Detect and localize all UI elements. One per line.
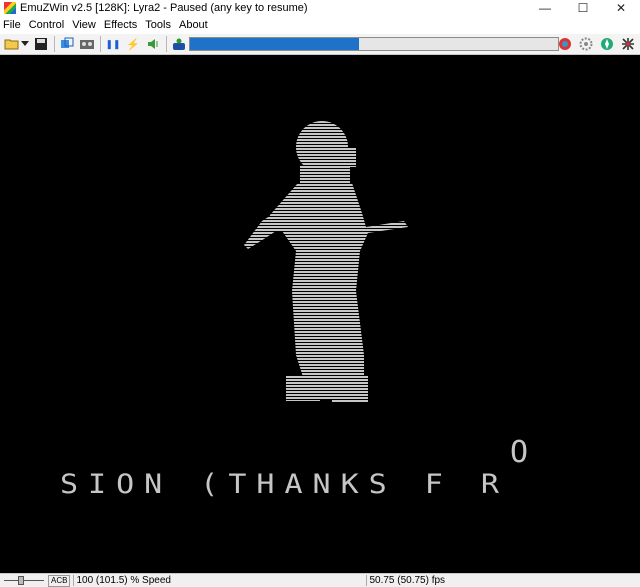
toolbar-separator xyxy=(100,36,101,52)
sound-icon[interactable] xyxy=(145,36,161,52)
joystick-icon[interactable] xyxy=(171,36,187,52)
screen-text-o: O xyxy=(510,435,529,470)
progress-fill xyxy=(190,38,360,50)
close-button[interactable]: ✕ xyxy=(602,0,640,16)
chevron-down-icon[interactable] xyxy=(21,36,29,52)
menu-control[interactable]: Control xyxy=(26,17,69,34)
app-logo-icon xyxy=(4,2,16,14)
speed-slider[interactable] xyxy=(4,576,44,585)
toolbar-separator xyxy=(54,36,55,52)
acb-badge[interactable]: ACB xyxy=(48,574,71,587)
pause-icon[interactable]: ❚❚ xyxy=(105,36,121,52)
slider-thumb[interactable] xyxy=(18,576,24,585)
menu-view[interactable]: View xyxy=(69,17,101,34)
globe-icon[interactable] xyxy=(557,36,573,52)
gear-icon[interactable] xyxy=(578,36,594,52)
debugger-icon[interactable] xyxy=(620,36,636,52)
speed-readout: 100 (101.5) % Speed xyxy=(73,575,366,586)
emulator-screen[interactable]: O SION (THANKS F R xyxy=(0,55,640,573)
menu-tools[interactable]: Tools xyxy=(142,17,176,34)
disk-icon[interactable] xyxy=(33,36,49,52)
folder-open-icon[interactable] xyxy=(4,36,20,52)
maximize-button[interactable]: ☐ xyxy=(564,0,602,16)
window-controls: — ☐ ✕ xyxy=(526,0,640,16)
toolbar-right xyxy=(557,36,636,52)
menu-effects[interactable]: Effects xyxy=(101,17,142,34)
minimize-button[interactable]: — xyxy=(526,0,564,16)
menu-about[interactable]: About xyxy=(176,17,213,34)
menu-bar: File Control View Effects Tools About xyxy=(0,17,640,34)
tape-icon[interactable] xyxy=(79,36,95,52)
snapshot-icon[interactable] xyxy=(59,36,75,52)
title-bar: EmuZWin v2.5 [128K]: Lyra2 - Paused (any… xyxy=(0,0,640,16)
compass-icon[interactable] xyxy=(599,36,615,52)
toolbar-separator xyxy=(166,36,167,52)
turbo-icon[interactable]: ⚡ xyxy=(125,36,141,52)
status-bar: ACB 100 (101.5) % Speed 50.75 (50.75) fp… xyxy=(0,573,640,587)
window-title: EmuZWin v2.5 [128K]: Lyra2 - Paused (any… xyxy=(20,2,308,14)
menu-file[interactable]: File xyxy=(0,17,26,34)
slider-track xyxy=(4,580,44,581)
fps-readout: 50.75 (50.75) fps xyxy=(366,575,445,586)
progress-bar xyxy=(189,37,559,51)
screen-text: SION (THANKS F R xyxy=(60,468,509,501)
